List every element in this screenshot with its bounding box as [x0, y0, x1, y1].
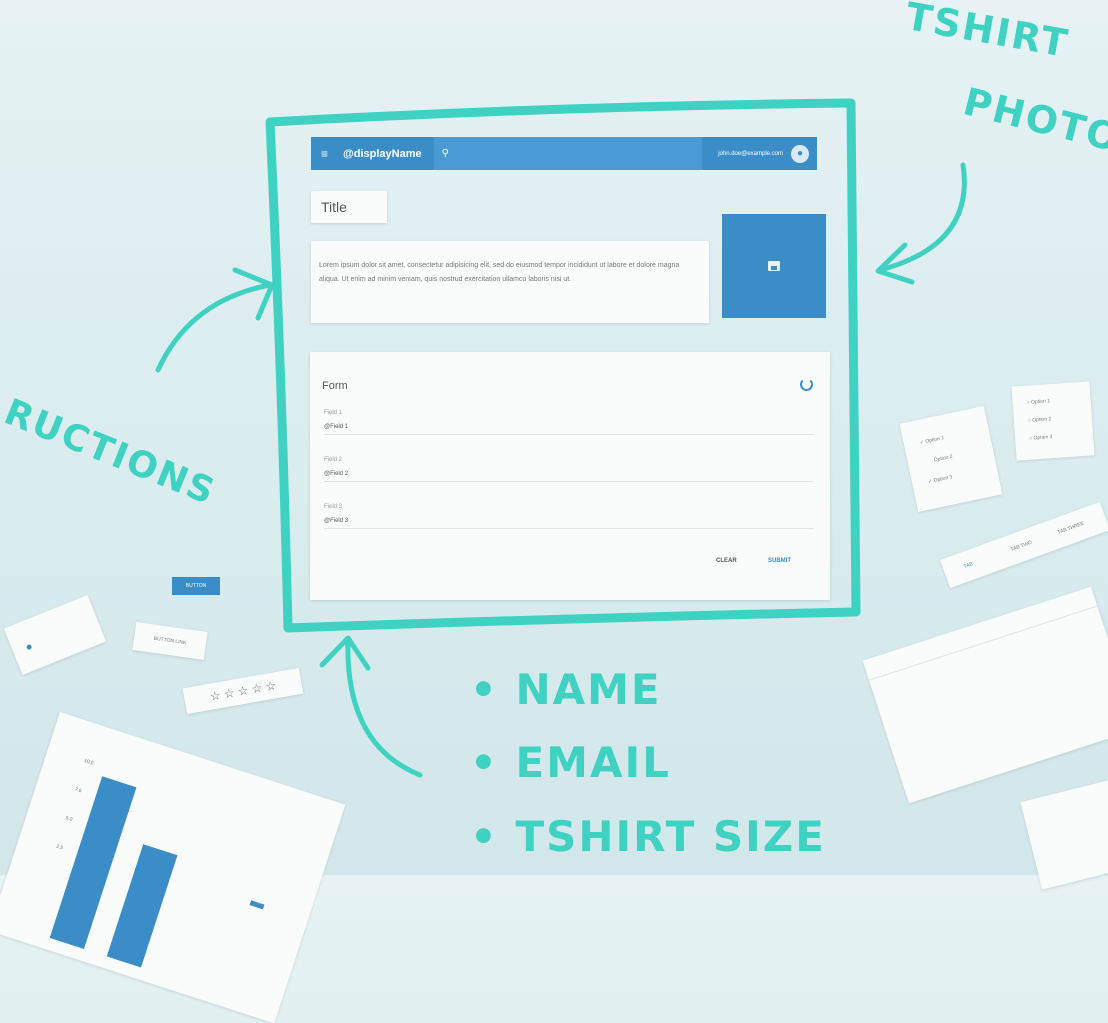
bullet-name: NAME: [515, 665, 662, 714]
chart-tick: 7.5: [73, 786, 83, 795]
field-value: @Field 3: [324, 518, 349, 524]
display-name: @displayName: [343, 147, 422, 160]
radio-option[interactable]: ○ Option 2: [1028, 416, 1052, 424]
user-email: john.doe@example.com: [718, 150, 783, 157]
tab-three[interactable]: TAB THREE: [1057, 521, 1085, 536]
field-value: @Field 2: [324, 471, 349, 477]
submit-button[interactable]: SUBMIT: [768, 558, 791, 564]
field-3[interactable]: Field 3 @Field 3: [324, 504, 814, 529]
arrow-left: [155, 267, 275, 373]
tab-one[interactable]: TAB: [963, 561, 974, 570]
radio-widget: ○ Option 1 ○ Option 2 ○ Option 3: [1011, 381, 1095, 461]
radio-option[interactable]: ○ Option 1: [1026, 398, 1050, 406]
chart-tick: 2.5: [55, 843, 64, 852]
arrow-photo: [875, 162, 967, 285]
field-label: Field 1: [324, 410, 343, 416]
search-bar[interactable]: ⚲: [433, 137, 702, 170]
app-bar: ≡ @displayName ⚲ john.doe@example.com ●: [311, 137, 817, 170]
slider-thumb[interactable]: [25, 643, 33, 651]
field-2[interactable]: Field 2 @Field 2: [324, 457, 814, 482]
bullet-item: • NAME: [470, 665, 662, 714]
chart-legend-swatch: [249, 900, 265, 910]
checkbox-option[interactable]: Option 2: [933, 454, 953, 464]
field-label: Field 3: [324, 504, 343, 510]
blue-button[interactable]: BUTTON: [172, 577, 220, 595]
bullet-item: • EMAIL: [470, 738, 671, 787]
menu-icon[interactable]: ≡: [321, 147, 339, 161]
field-label: Field 2: [324, 457, 343, 463]
bullet-tshirt-size: TSHIRT SIZE: [515, 812, 826, 861]
checkbox-option[interactable]: ✓ Option 3: [928, 474, 953, 485]
bullet-email: EMAIL: [515, 738, 671, 787]
avatar[interactable]: ●: [791, 144, 809, 163]
search-icon: ⚲: [441, 148, 449, 159]
chart-bar: [106, 844, 178, 968]
radio-option[interactable]: ○ Option 3: [1029, 434, 1053, 442]
arrow-bottom: [319, 635, 423, 778]
form-card: Form Field 1 @Field 1 Field 2 @Field 2 F…: [310, 352, 830, 600]
field-value: @Field 1: [324, 424, 349, 430]
clear-button[interactable]: CLEAR: [716, 558, 737, 564]
lorem-text: Lorem ipsum dolor sit amet, consectetur …: [311, 241, 709, 323]
form-title: Form: [322, 380, 348, 392]
refresh-icon[interactable]: [800, 378, 813, 391]
checkbox-widget: ✓ Option 1 Option 2 ✓ Option 3: [899, 406, 1003, 512]
tab-two[interactable]: TAB TWO: [1010, 540, 1033, 553]
field-1[interactable]: Field 1 @Field 1: [324, 410, 814, 435]
checkbox-option[interactable]: ✓ Option 1: [919, 435, 944, 446]
bullet-item: • TSHIRT SIZE: [470, 812, 826, 861]
title-card: Title: [311, 191, 387, 223]
chart-tick: 10.0: [83, 757, 95, 767]
tshirt-photo-placeholder: [722, 214, 826, 318]
image-icon: [768, 261, 780, 271]
chart-tick: 5.0: [64, 815, 74, 823]
